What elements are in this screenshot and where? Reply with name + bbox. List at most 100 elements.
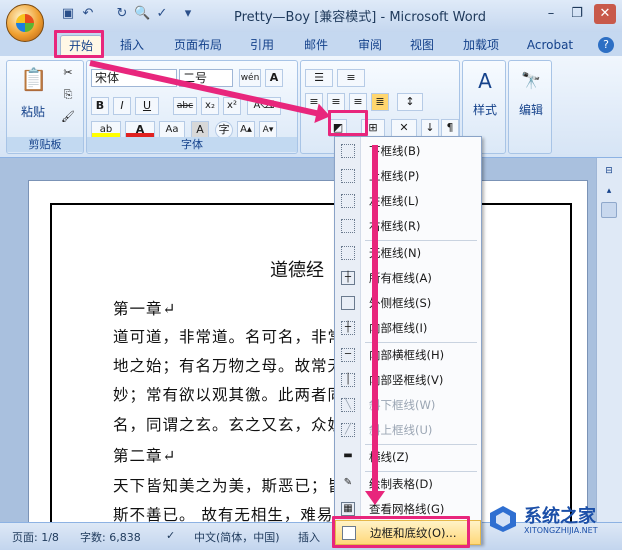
paste-label: 粘贴 bbox=[21, 105, 46, 119]
all-borders-icon: ┼ bbox=[341, 271, 355, 285]
menu-item-diagonal-up: ╱ 斜上框线(U) bbox=[335, 418, 481, 443]
find-icon[interactable]: 🔭 bbox=[516, 65, 546, 97]
page-count[interactable]: 页面: 1/8 bbox=[12, 529, 59, 545]
horizontal-line-icon: ▬ bbox=[343, 450, 353, 461]
menu-item-right-border[interactable]: 右框线(R) bbox=[335, 214, 481, 239]
subscript-button[interactable]: x₂ bbox=[201, 97, 219, 115]
ruler-toggle-icon[interactable]: ⊟ bbox=[602, 166, 616, 178]
phonetic-guide-button[interactable]: wén bbox=[239, 69, 261, 87]
inside-horizontal-border-icon: ─ bbox=[341, 348, 355, 362]
highlight-borders-shading-item bbox=[332, 516, 470, 548]
window-title: Pretty—Boy [兼容模式] - Microsoft Word bbox=[233, 10, 487, 25]
styles-label: 样式 bbox=[473, 103, 498, 117]
help-icon[interactable]: ? bbox=[598, 37, 614, 53]
watermark-brand: 系统之家 bbox=[524, 506, 596, 527]
copy-icon[interactable]: ⎘ bbox=[59, 87, 77, 105]
diagonal-down-border-icon: ╲ bbox=[341, 398, 355, 412]
menu-item-inside-vertical[interactable]: │ 内部竖框线(V) bbox=[335, 368, 481, 393]
doc-line[interactable]: 第一章↵ bbox=[113, 297, 177, 319]
sort-icon[interactable]: ↓ bbox=[421, 119, 439, 137]
tab-review[interactable]: 审阅 bbox=[350, 35, 390, 55]
pencil-icon: ✎ bbox=[343, 477, 353, 488]
menu-item-top-border[interactable]: 上框线(P) bbox=[335, 164, 481, 189]
close-icon[interactable]: ✕ bbox=[594, 4, 616, 24]
line-spacing-icon[interactable]: ↕ bbox=[397, 93, 423, 111]
cut-icon[interactable]: ✂ bbox=[59, 65, 77, 83]
redo-icon[interactable]: ↻ bbox=[114, 6, 130, 22]
title-bar: ▣ ↶ ↻ 🔍 ✓ ▾ Pretty—Boy [兼容模式] - Microsof… bbox=[0, 0, 622, 32]
tab-references[interactable]: 引用 bbox=[242, 35, 282, 55]
vertical-scrollbar[interactable]: ⊟ ▴ bbox=[596, 158, 622, 522]
borders-dropdown-menu: 下框线(B) 上框线(P) 左框线(L) 右框线(R) 无框线(N) ┼ 所有框线… bbox=[334, 136, 482, 545]
proofing-icon[interactable]: ✓ bbox=[166, 529, 175, 542]
customize-qat-icon[interactable]: ▾ bbox=[180, 6, 196, 22]
restore-icon[interactable]: ❐ bbox=[566, 4, 588, 24]
word-count[interactable]: 字数: 6,838 bbox=[80, 529, 141, 545]
menu-item-left-border[interactable]: 左框线(L) bbox=[335, 189, 481, 214]
arrow-to-borders-shading bbox=[372, 145, 378, 495]
menu-item-inside-borders[interactable]: ┼ 内部框线(I) bbox=[335, 316, 481, 341]
italic-button[interactable]: I bbox=[113, 97, 131, 115]
scroll-thumb[interactable] bbox=[601, 202, 617, 218]
language-status[interactable]: 中文(简体，中国) bbox=[194, 529, 280, 545]
menu-item-all-borders[interactable]: ┼ 所有框线(A) bbox=[335, 266, 481, 291]
menu-item-bottom-border[interactable]: 下框线(B) bbox=[335, 139, 481, 164]
tab-insert[interactable]: 插入 bbox=[112, 35, 152, 55]
clipboard-group: 📋 粘贴 ✂ ⎘ 🖌 剪贴板 bbox=[6, 60, 84, 154]
menu-item-draw-table[interactable]: ✎ 绘制表格(D) bbox=[335, 472, 481, 497]
office-logo-icon bbox=[16, 14, 34, 32]
highlight-borders-button bbox=[328, 110, 368, 136]
watermark-url: XITONGZHIJIA.NET bbox=[524, 526, 598, 535]
bullets-icon[interactable]: ☰ bbox=[305, 69, 333, 87]
no-border-icon bbox=[341, 246, 355, 260]
tab-page-layout[interactable]: 页面布局 bbox=[168, 35, 228, 55]
document-title[interactable]: 道德经 bbox=[270, 256, 324, 282]
save-icon[interactable]: ▣ bbox=[60, 6, 76, 22]
editing-label: 编辑 bbox=[519, 103, 544, 117]
watermark-logo-icon bbox=[488, 504, 518, 534]
char-border-button[interactable]: A bbox=[265, 69, 283, 87]
bold-button[interactable]: B bbox=[91, 97, 109, 115]
numbering-icon[interactable]: ≡ bbox=[337, 69, 365, 87]
outside-borders-icon bbox=[341, 296, 355, 310]
menu-item-no-border[interactable]: 无框线(N) bbox=[335, 241, 481, 266]
left-border-icon bbox=[341, 194, 355, 208]
menu-item-inside-horizontal[interactable]: ─ 内部横框线(H) bbox=[335, 343, 481, 368]
scroll-up-icon[interactable]: ▴ bbox=[602, 186, 616, 198]
watermark: 系统之家 XITONGZHIJIA.NET bbox=[480, 500, 622, 550]
doc-line[interactable]: 第二章↵ bbox=[113, 444, 177, 466]
insert-mode[interactable]: 插入 bbox=[298, 529, 320, 545]
tab-addins[interactable]: 加载项 bbox=[456, 35, 506, 55]
gridlines-icon: ▦ bbox=[341, 502, 355, 516]
print-preview-icon[interactable]: 🔍 bbox=[134, 6, 150, 22]
tab-mailings[interactable]: 邮件 bbox=[296, 35, 336, 55]
minimize-icon[interactable]: – bbox=[540, 4, 562, 24]
bottom-border-icon bbox=[341, 144, 355, 158]
tab-acrobat[interactable]: Acrobat bbox=[520, 35, 580, 55]
spellcheck-icon[interactable]: ✓ bbox=[154, 6, 170, 22]
justify-icon[interactable]: ≣ bbox=[371, 93, 389, 111]
align-right-icon[interactable]: ≡ bbox=[349, 93, 367, 111]
top-border-icon bbox=[341, 169, 355, 183]
clipboard-group-label: 剪贴板 bbox=[7, 137, 83, 152]
right-border-icon bbox=[341, 219, 355, 233]
office-button[interactable] bbox=[6, 4, 44, 42]
paste-icon[interactable]: 📋 bbox=[19, 65, 49, 97]
chinese-layout-icon[interactable]: ✕ bbox=[391, 119, 417, 137]
superscript-button[interactable]: x² bbox=[223, 97, 241, 115]
font-group-label: 字体 bbox=[87, 137, 297, 152]
editing-group: 🔭 编辑 bbox=[508, 60, 552, 154]
highlight-home-tab bbox=[54, 30, 104, 58]
ribbon: 📋 粘贴 ✂ ⎘ 🖌 剪贴板 宋体 二号 wén A B I U abc x₂ … bbox=[0, 56, 622, 158]
underline-button[interactable]: U bbox=[135, 97, 159, 115]
menu-item-diagonal-down: ╲ 斜下框线(W) bbox=[335, 393, 481, 418]
show-marks-icon[interactable]: ¶ bbox=[441, 119, 459, 137]
styles-icon[interactable]: A bbox=[470, 65, 500, 97]
menu-item-outside-borders[interactable]: 外侧框线(S) bbox=[335, 291, 481, 316]
undo-icon[interactable]: ↶ bbox=[80, 6, 96, 22]
tab-view[interactable]: 视图 bbox=[402, 35, 442, 55]
menu-item-horizontal-line[interactable]: ▬ 横线(Z) bbox=[335, 445, 481, 470]
strikethrough-button[interactable]: abc bbox=[173, 97, 197, 115]
format-painter-icon[interactable]: 🖌 bbox=[59, 109, 77, 127]
inside-vertical-border-icon: │ bbox=[341, 373, 355, 387]
